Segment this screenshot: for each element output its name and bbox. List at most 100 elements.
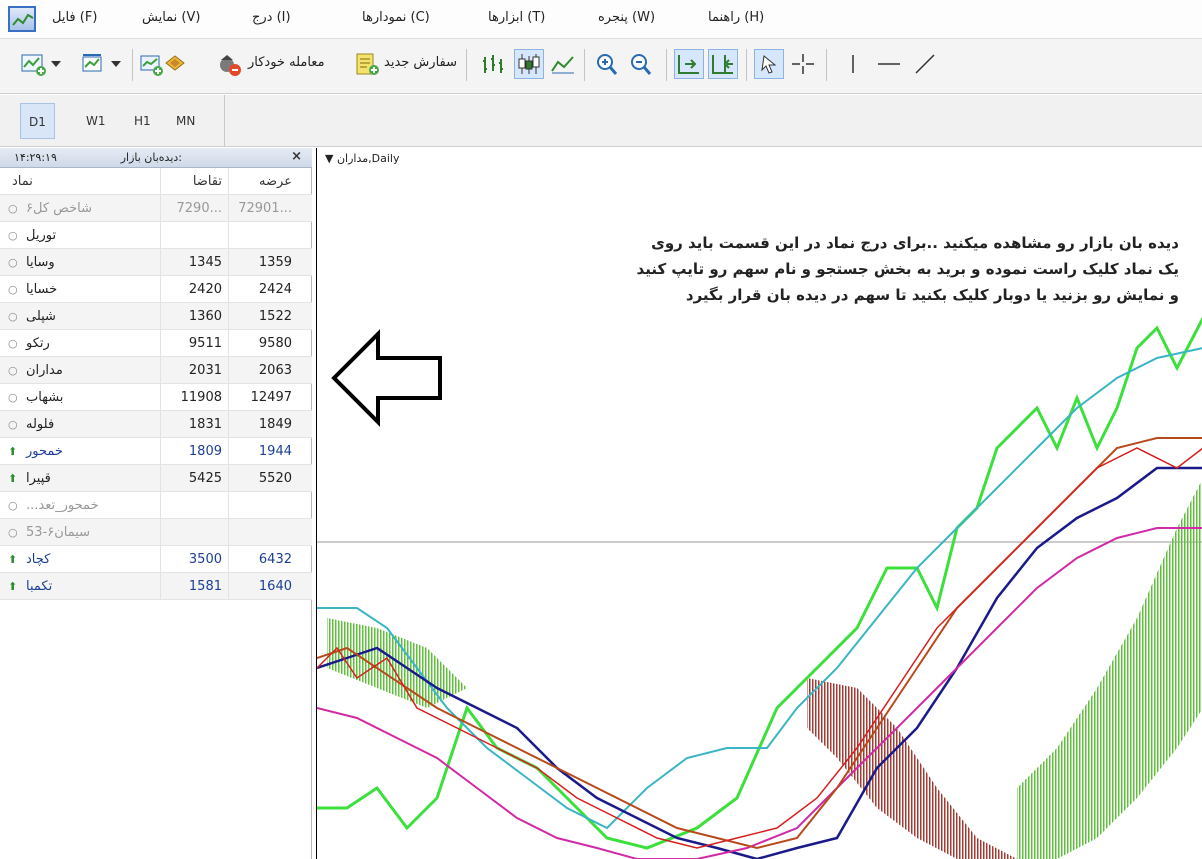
symbol-name: وسایا: [26, 255, 55, 270]
table-row[interactable]: ○ رتکو 9511 9580: [0, 330, 312, 357]
table-row[interactable]: ○ شاخص کل۶ 7290... 72901...: [0, 195, 312, 222]
menu-file[interactable]: فایل (F): [52, 10, 97, 25]
line-chart-icon[interactable]: [548, 49, 578, 79]
menu-bar: راهنما (H) پنجره (W) ابزارها (T) نموداره…: [0, 0, 1202, 38]
crosshair-icon[interactable]: [788, 49, 818, 79]
ask-cell: [228, 519, 298, 546]
bid-cell: 1360: [160, 303, 228, 330]
symbol-cell: ○ سیمان۶-53: [0, 519, 160, 546]
navigator-icon[interactable]: [160, 49, 190, 79]
menu-charts[interactable]: نمودارها (C): [362, 10, 430, 25]
table-row[interactable]: ○ توریل: [0, 222, 312, 249]
ask-cell: 1944: [228, 438, 298, 465]
symbol-cell: ○ خسایا: [0, 276, 160, 303]
menu-window[interactable]: پنجره (W): [598, 10, 655, 25]
table-row[interactable]: ○ شپلی 1360 1522: [0, 303, 312, 330]
symbol-name: بشهاب: [26, 390, 64, 405]
bid-cell: 1831: [160, 411, 228, 438]
table-row[interactable]: ○ بشهاب 11908 12497: [0, 384, 312, 411]
symbol-cell: ○ بشهاب: [0, 384, 160, 411]
symbol-cell: ○ شاخص کل۶: [0, 195, 160, 222]
profiles-icon[interactable]: [78, 49, 108, 79]
new-order-icon[interactable]: [352, 49, 382, 79]
ask-cell: 72901...: [228, 195, 298, 222]
auto-scroll-icon[interactable]: [674, 49, 704, 79]
trendline-icon[interactable]: [910, 49, 940, 79]
symbol-name: شپلی: [26, 309, 56, 324]
table-row[interactable]: ○ فلوله 1831 1849: [0, 411, 312, 438]
chart-window[interactable]: ▼ مداران,Daily دیده بان بازار رو مشاهده …: [316, 148, 1202, 859]
auto-trading-icon[interactable]: [214, 49, 244, 79]
bid-cell: 5425: [160, 465, 228, 492]
symbol-cell: ⬆ تکمبا: [0, 573, 160, 600]
table-header: نماد تقاضا عرضه: [0, 168, 312, 195]
symbol-name: ...خمحور_تعد: [26, 498, 99, 513]
bid-cell: 1345: [160, 249, 228, 276]
bid-cell: 1809: [160, 438, 228, 465]
up-arrow-icon: ⬆: [8, 445, 18, 458]
up-arrow-icon: ⬆: [8, 472, 18, 485]
column-header-bid[interactable]: تقاضا: [160, 168, 228, 195]
market-watch-table: نماد تقاضا عرضه ○ شاخص کل۶ 7290... 72901...…: [0, 168, 312, 600]
table-row[interactable]: ⬆ قپیرا 5425 5520: [0, 465, 312, 492]
table-row[interactable]: ⬆ تکمبا 1581 1640: [0, 573, 312, 600]
ask-cell: 6432: [228, 546, 298, 573]
ask-cell: 2424: [228, 276, 298, 303]
menu-insert[interactable]: درج (I): [252, 10, 291, 25]
bid-cell: [160, 492, 228, 519]
table-row[interactable]: ○ سیمان۶-53: [0, 519, 312, 546]
symbol-cell: ○ ...خمحور_تعد: [0, 492, 160, 519]
menu-view[interactable]: نمایش (V): [142, 10, 200, 25]
bid-cell: 1581: [160, 573, 228, 600]
symbol-name: خسایا: [26, 282, 58, 297]
market-watch-clock: ۱۴:۲۹:۱۹: [14, 151, 57, 164]
column-header-ask[interactable]: عرضه: [228, 168, 298, 195]
close-icon[interactable]: ×: [291, 149, 302, 164]
new-order-button[interactable]: سفارش جدید: [384, 55, 457, 70]
table-row[interactable]: ⬆ خمحور 1809 1944: [0, 438, 312, 465]
ask-cell: 1849: [228, 411, 298, 438]
timeframe-d1[interactable]: D1: [20, 103, 55, 139]
chevron-down-icon[interactable]: [48, 49, 64, 79]
timeframe-w1[interactable]: W1: [78, 103, 114, 139]
chevron-down-icon: ▼: [325, 152, 334, 165]
instruction-annotation: دیده بان بازار رو مشاهده میکنید ..برای د…: [579, 230, 1179, 308]
app-chart-icon[interactable]: [8, 6, 36, 32]
cursor-icon[interactable]: [754, 49, 784, 79]
bar-chart-icon[interactable]: [478, 49, 508, 79]
zoom-out-icon[interactable]: [626, 49, 656, 79]
candlestick-chart-icon[interactable]: [514, 49, 544, 79]
zoom-in-icon[interactable]: [592, 49, 622, 79]
circle-icon: ○: [8, 256, 18, 269]
ichimoku-cloud-bearish: [807, 678, 1017, 859]
symbol-name: شاخص کل۶: [26, 201, 92, 216]
timeframe-mn[interactable]: MN: [168, 103, 203, 139]
instruction-line: دیده بان بازار رو مشاهده میکنید ..برای د…: [651, 234, 1179, 252]
horizontal-line-icon[interactable]: [874, 49, 904, 79]
new-chart-icon[interactable]: [18, 49, 48, 79]
symbol-name: مداران: [26, 363, 63, 378]
table-row[interactable]: ⬆ کچاد 3500 6432: [0, 546, 312, 573]
ichimoku-cloud-bullish: [1017, 479, 1202, 859]
menu-help[interactable]: راهنما (H): [708, 10, 764, 25]
table-row[interactable]: ○ مداران 2031 2063: [0, 357, 312, 384]
table-row[interactable]: ○ خسایا 2420 2424: [0, 276, 312, 303]
market-watch-title: دیده‌بان بازار:: [120, 151, 182, 164]
table-row[interactable]: ○ ...خمحور_تعد: [0, 492, 312, 519]
symbol-cell: ⬆ خمحور: [0, 438, 160, 465]
instruction-line: یک نماد کلیک راست نموده و برید به بخش جس…: [636, 260, 1179, 278]
symbol-cell: ○ وسایا: [0, 249, 160, 276]
market-watch-titlebar: ۱۴:۲۹:۱۹ دیده‌بان بازار: ×: [0, 148, 312, 168]
symbol-cell: ⬆ قپیرا: [0, 465, 160, 492]
up-arrow-icon: ⬆: [8, 580, 18, 593]
column-header-symbol[interactable]: نماد: [0, 168, 160, 195]
ask-cell: 1522: [228, 303, 298, 330]
table-row[interactable]: ○ وسایا 1345 1359: [0, 249, 312, 276]
chart-shift-icon[interactable]: [708, 49, 738, 79]
chart-title[interactable]: ▼ مداران,Daily: [325, 152, 399, 165]
auto-trading-button[interactable]: معامله خودکار: [248, 55, 325, 70]
chevron-down-icon[interactable]: [108, 49, 124, 79]
menu-tools[interactable]: ابزارها (T): [488, 10, 545, 25]
timeframe-h1[interactable]: H1: [126, 103, 159, 139]
vertical-line-icon[interactable]: [838, 49, 868, 79]
